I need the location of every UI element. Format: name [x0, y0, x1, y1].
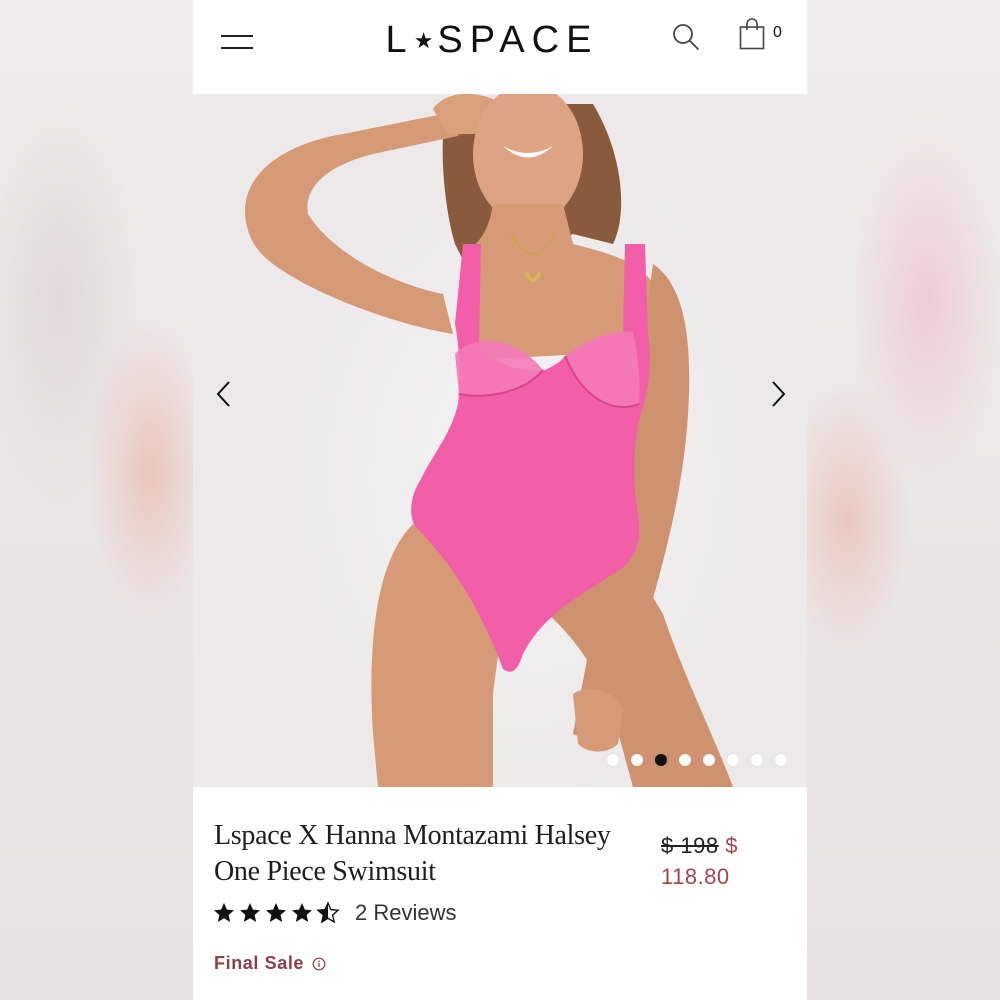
site-header: L★SPACE 0: [193, 0, 807, 94]
carousel-dot[interactable]: [703, 754, 715, 766]
carousel-dots: [607, 754, 787, 766]
product-info: Lspace X Hanna Montazami Halsey One Piec…: [193, 787, 807, 1000]
product-image[interactable]: [193, 94, 807, 787]
chevron-left-icon[interactable]: [212, 379, 236, 409]
final-sale-notice: Final Sale: [214, 953, 326, 974]
star-full-icon: [240, 903, 260, 922]
carousel-dot[interactable]: [751, 754, 763, 766]
model-in-swimsuit-illustration: [244, 94, 733, 787]
star-full-icon: [292, 903, 312, 922]
carousel-dot[interactable]: [607, 754, 619, 766]
final-sale-label: Final Sale: [214, 953, 305, 973]
search-icon[interactable]: [671, 22, 701, 52]
price-block: $ 198 $ 118.80: [661, 830, 801, 892]
reviews-link[interactable]: 2 Reviews: [355, 900, 456, 926]
star-full-icon: [266, 903, 286, 922]
carousel-dot[interactable]: [631, 754, 643, 766]
chevron-right-icon[interactable]: [766, 379, 790, 409]
product-title: Lspace X Hanna Montazami Halsey One Piec…: [214, 820, 611, 887]
original-price: $ 198: [661, 833, 719, 858]
info-icon[interactable]: [312, 957, 326, 971]
carousel-dot-active[interactable]: [655, 754, 667, 766]
star-full-icon: [214, 903, 234, 922]
blurred-backdrop-right: [807, 0, 1000, 1000]
cart-count: 0: [773, 24, 782, 41]
menu-icon[interactable]: [221, 33, 255, 51]
product-page: L★SPACE 0 Lspace X Hanna Montazami Halse…: [193, 0, 807, 1000]
shopping-bag-icon[interactable]: [739, 18, 765, 50]
product-rating[interactable]: 2 Reviews: [212, 900, 456, 926]
star-half-icon: [316, 901, 340, 924]
carousel-dot[interactable]: [727, 754, 739, 766]
blurred-backdrop-left: [0, 0, 193, 1000]
rating-stars: [212, 901, 340, 925]
site-logo[interactable]: L★SPACE: [382, 18, 602, 62]
carousel-dot[interactable]: [775, 754, 787, 766]
carousel-dot[interactable]: [679, 754, 691, 766]
